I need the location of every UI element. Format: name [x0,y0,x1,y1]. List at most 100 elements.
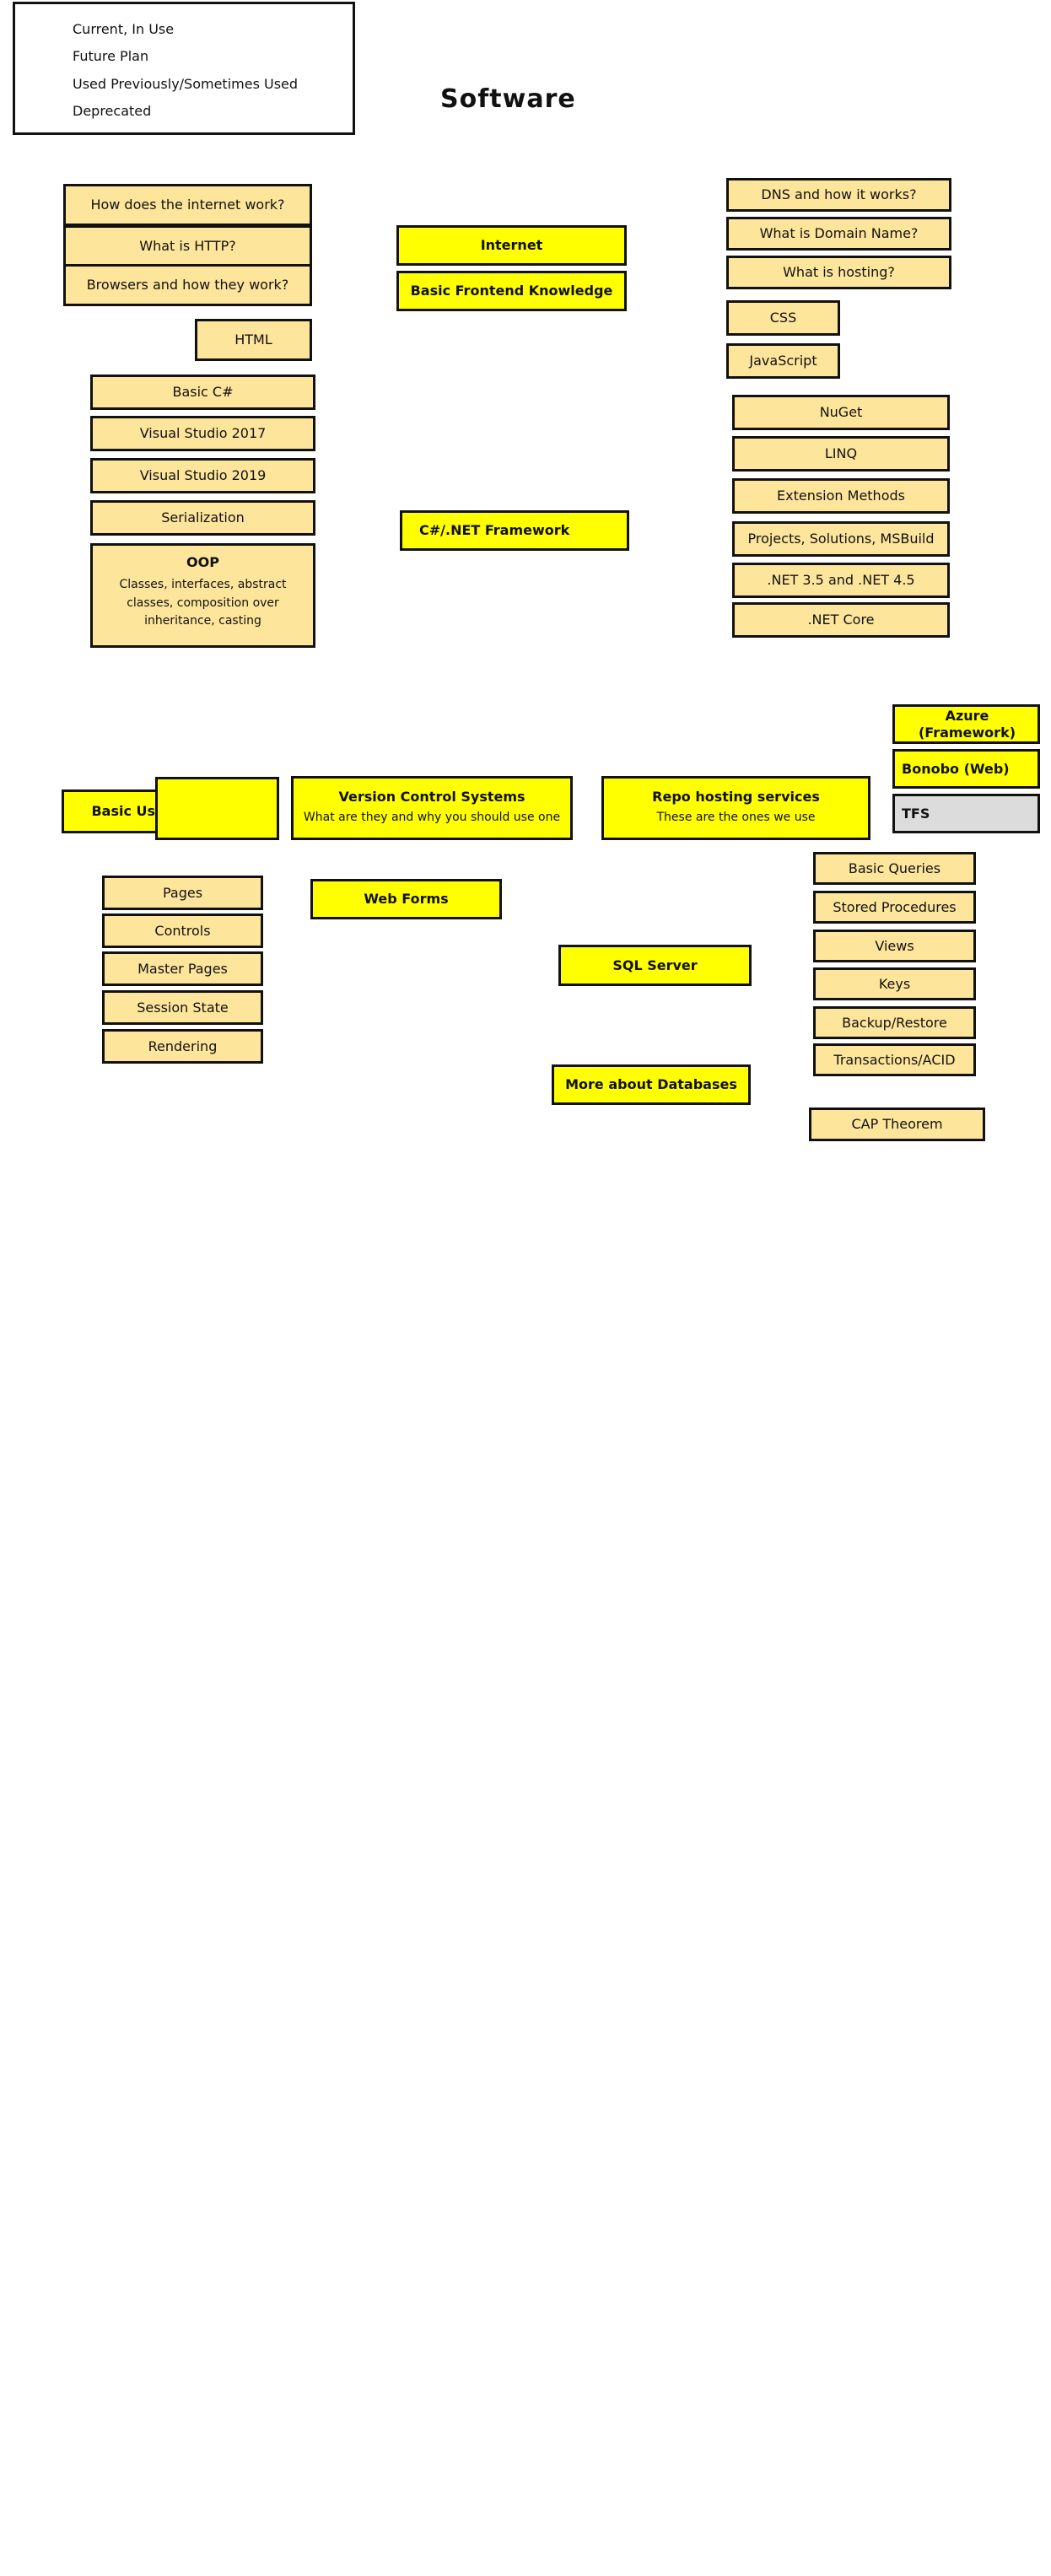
node-label: Visual Studio 2017 [139,425,267,441]
node-csharp-net-framework[interactable]: C#/.NET Framework [400,510,629,551]
node-label: Version Control Systems [338,789,526,806]
node-label: What is hosting? [783,264,895,280]
node-label: Keys [878,975,911,992]
node-label: C#/.NET Framework [419,522,570,538]
node-placeholder [155,777,279,840]
legend-label: Future Plan [73,47,149,64]
node-rendering[interactable]: Rendering [102,1029,263,1064]
node-label: SQL Server [612,957,698,973]
legend-item-previous: Used Previously/Sometimes Used [34,73,298,94]
node-oop[interactable]: OOP Classes, interfaces, abstract classes… [90,543,315,648]
node-description: Classes, interfaces, abstract classes, c… [119,578,287,628]
node-pages[interactable]: Pages [102,876,263,910]
node-views[interactable]: Views [813,930,976,962]
node-azure-framework[interactable]: Azure (Framework) [892,704,1040,744]
node-label: What is Domain Name? [759,225,919,241]
current-check-icon [34,18,56,40]
node-label: Pages [162,884,203,901]
node-description: What are they and why you should use one [303,811,561,825]
node-nuget[interactable]: NuGet [732,395,950,430]
node-label: Serialization [161,509,245,525]
node-master-pages[interactable]: Master Pages [102,951,263,986]
node-how-internet-works[interactable]: How does the internet work? [63,184,312,226]
node-web-forms[interactable]: Web Forms [310,879,502,919]
node-what-is-http[interactable]: What is HTTP? [63,225,312,267]
node-label: Stored Procedures [833,898,957,915]
node-dns[interactable]: DNS and how it works? [726,178,951,212]
node-label: CSS [769,310,797,326]
node-label: Master Pages [137,960,228,977]
node-label: Views [875,937,914,954]
node-label: Internet [480,237,543,253]
node-label: .NET 3.5 and .NET 4.5 [767,572,915,588]
node-label: LINQ [824,445,858,461]
node-label: HTML [234,331,272,348]
node-label: OOP [186,554,219,570]
node-hosting[interactable]: What is hosting? [726,256,951,289]
legend-label: Used Previously/Sometimes Used [73,75,299,92]
node-transactions-acid[interactable]: Transactions/ACID [813,1043,976,1076]
node-backup-restore[interactable]: Backup/Restore [813,1006,976,1039]
node-label: Extension Methods [777,488,905,504]
node-label: More about Databases [565,1076,737,1092]
node-basic-queries[interactable]: Basic Queries [813,852,976,885]
node-label: DNS and how it works? [761,186,917,202]
node-projects-solutions-msbuild[interactable]: Projects, Solutions, MSBuild [732,521,950,557]
node-cap-theorem[interactable]: CAP Theorem [809,1107,985,1141]
node-bonobo-web[interactable]: Bonobo (Web) [892,749,1040,789]
node-label: Projects, Solutions, MSBuild [747,531,935,547]
node-net35-net45[interactable]: .NET 3.5 and .NET 4.5 [732,563,950,598]
node-label: CAP Theorem [851,1116,943,1132]
node-label: Browsers and how they work? [86,277,289,293]
node-html[interactable]: HTML [195,319,312,361]
node-keys[interactable]: Keys [813,967,976,1000]
deprecated-dot-icon [34,100,56,121]
node-linq[interactable]: LINQ [732,436,950,472]
node-label: Rendering [148,1037,218,1054]
legend-label: Current, In Use [73,20,175,37]
node-label: Controls [154,922,211,939]
node-label: JavaScript [749,353,817,369]
node-label: .NET Core [807,612,875,628]
node-extension-methods[interactable]: Extension Methods [732,478,950,514]
previous-check-icon [34,73,56,94]
node-label: How does the internet work? [90,197,285,213]
node-label: Transactions/ACID [833,1051,956,1068]
node-label: What is HTTP? [139,238,236,254]
node-css[interactable]: CSS [726,300,840,336]
node-session-state[interactable]: Session State [102,990,263,1025]
node-controls[interactable]: Controls [102,913,263,948]
node-visual-studio-2019[interactable]: Visual Studio 2019 [90,458,315,493]
node-visual-studio-2017[interactable]: Visual Studio 2017 [90,416,315,451]
roadmap-canvas: Current, In Use Future Plan Used Previou… [0,0,1051,2576]
node-browsers[interactable]: Browsers and how they work? [63,264,312,306]
node-version-control-systems[interactable]: Version Control Systems What are they and… [291,776,573,840]
node-basic-frontend-knowledge[interactable]: Basic Frontend Knowledge [396,271,627,311]
node-net-core[interactable]: .NET Core [732,602,950,638]
node-serialization[interactable]: Serialization [90,500,315,536]
node-description: These are the ones we use [656,811,816,825]
node-label: Backup/Restore [842,1014,947,1031]
page-title: Software [440,84,576,114]
node-internet[interactable]: Internet [396,225,627,266]
node-domain-name[interactable]: What is Domain Name? [726,217,951,251]
node-label: NuGet [819,404,863,420]
node-repo-hosting-services[interactable]: Repo hosting services These are the ones … [601,776,870,840]
legend-item-current: Current, In Use [34,18,174,40]
node-label: Bonobo (Web) [902,760,1010,777]
legend: Current, In Use Future Plan Used Previou… [13,2,355,135]
node-more-about-databases[interactable]: More about Databases [552,1064,751,1105]
node-label: Basic C# [172,384,234,400]
legend-item-deprecated: Deprecated [34,100,151,121]
node-sql-server[interactable]: SQL Server [558,945,752,986]
legend-label: Deprecated [73,102,152,119]
node-label: Azure (Framework) [918,707,1016,741]
node-basic-csharp[interactable]: Basic C# [90,375,315,410]
node-label: Session State [137,999,229,1016]
node-stored-procedures[interactable]: Stored Procedures [813,891,976,924]
node-label: Visual Studio 2019 [139,467,267,483]
node-tfs[interactable]: TFS [892,794,1040,833]
future-check-icon [34,45,56,67]
node-label: TFS [902,805,930,822]
node-javascript[interactable]: JavaScript [726,343,840,379]
